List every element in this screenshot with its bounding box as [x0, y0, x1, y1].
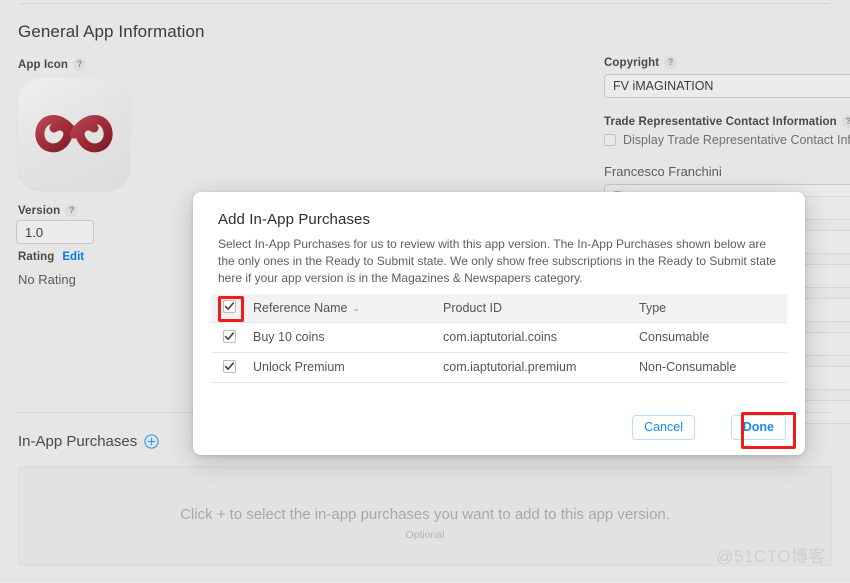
trade-representative-label: Trade Representative Contact Information…	[604, 115, 850, 128]
display-trade-rep-checkbox-row[interactable]: Display Trade Representative Contact Inf…	[604, 133, 850, 147]
rating-label: Rating	[18, 251, 55, 263]
rating-value: No Rating	[18, 272, 76, 287]
contact-person-name: Francesco Franchini	[604, 164, 722, 179]
app-icon	[18, 78, 130, 190]
dropzone-optional-label: Optional	[405, 529, 445, 541]
infinity-logo-icon	[35, 115, 113, 153]
dialog-title: Add In-App Purchases	[218, 211, 371, 228]
copyright-input[interactable]	[604, 74, 850, 98]
row-product-id: com.iaptutorial.coins	[443, 330, 557, 344]
version-label-text: Version	[18, 204, 61, 217]
help-icon[interactable]: ?	[841, 115, 850, 128]
row-product-id: com.iaptutorial.premium	[443, 360, 577, 374]
row-select-cell[interactable]	[211, 352, 253, 382]
table-header: Reference Name ⌄ Product ID Type	[211, 294, 787, 322]
in-app-purchases-table: Reference Name ⌄ Product ID Type Buy 10 c…	[211, 294, 787, 383]
in-app-purchases-heading: In-App Purchases	[18, 433, 159, 450]
app-icon-label: App Icon ?	[18, 58, 86, 71]
row-checkbox-icon[interactable]	[223, 329, 236, 343]
add-circle-icon[interactable]	[144, 434, 159, 449]
right-column: Copyright ? Trade Representative Contact…	[604, 56, 850, 208]
bottom-divider	[0, 579, 850, 580]
cancel-button[interactable]: Cancel	[632, 415, 695, 440]
table-header-row: Reference Name ⌄ Product ID Type	[211, 294, 787, 322]
in-app-purchases-dropzone[interactable]: Click + to select the in-app purchases y…	[18, 466, 832, 566]
page-title: General App Information	[18, 22, 205, 41]
app-icon-label-text: App Icon	[18, 58, 68, 71]
column-header-reference-name[interactable]: Reference Name ⌄	[253, 294, 443, 322]
row-select-cell[interactable]	[211, 322, 253, 352]
rating-edit-link[interactable]: Edit	[62, 251, 84, 263]
dropzone-message: Click + to select the in-app purchases y…	[180, 506, 670, 523]
version-label: Version ?	[18, 204, 79, 217]
in-app-purchases-heading-text: In-App Purchases	[18, 433, 138, 450]
top-divider	[20, 3, 830, 4]
dialog-description: Select In-App Purchases for us to review…	[218, 237, 777, 285]
row-reference-name: Buy 10 coins	[253, 330, 325, 344]
row-type: Non-Consumable	[639, 360, 737, 374]
column-header-product-id[interactable]: Product ID	[443, 294, 639, 322]
version-input[interactable]	[16, 220, 94, 244]
checkbox-icon[interactable]	[604, 134, 616, 146]
table-row[interactable]: Unlock Premium com.iaptutorial.premium N…	[211, 352, 787, 382]
help-icon[interactable]: ?	[65, 204, 79, 217]
copyright-label-text: Copyright	[604, 56, 660, 69]
select-all-cell[interactable]	[211, 294, 253, 322]
select-all-checkbox-icon[interactable]	[223, 300, 236, 314]
display-trade-rep-label: Display Trade Representative Contact Inf…	[623, 133, 850, 147]
watermark: @51CTO博客	[716, 547, 826, 566]
rating-row: Rating Edit	[18, 251, 84, 263]
done-button[interactable]: Done	[730, 415, 786, 440]
column-header-type[interactable]: Type	[639, 294, 787, 322]
table-row[interactable]: Buy 10 coins com.iaptutorial.coins Consu…	[211, 322, 787, 352]
row-type: Consumable	[639, 330, 710, 344]
help-icon[interactable]: ?	[73, 58, 86, 71]
row-checkbox-icon[interactable]	[223, 359, 236, 373]
table-body: Buy 10 coins com.iaptutorial.coins Consu…	[211, 322, 787, 382]
add-in-app-purchases-dialog: Add In-App Purchases Select In-App Purch…	[193, 192, 805, 455]
dialog-footer: Cancel Done	[193, 401, 805, 455]
row-reference-name: Unlock Premium	[253, 360, 345, 374]
chevron-down-icon[interactable]: ⌄	[353, 303, 361, 314]
trade-representative-label-text: Trade Representative Contact Information	[604, 115, 837, 128]
help-icon[interactable]: ?	[664, 56, 678, 69]
column-header-reference-name-text: Reference Name	[253, 300, 348, 315]
copyright-label: Copyright ?	[604, 56, 850, 69]
